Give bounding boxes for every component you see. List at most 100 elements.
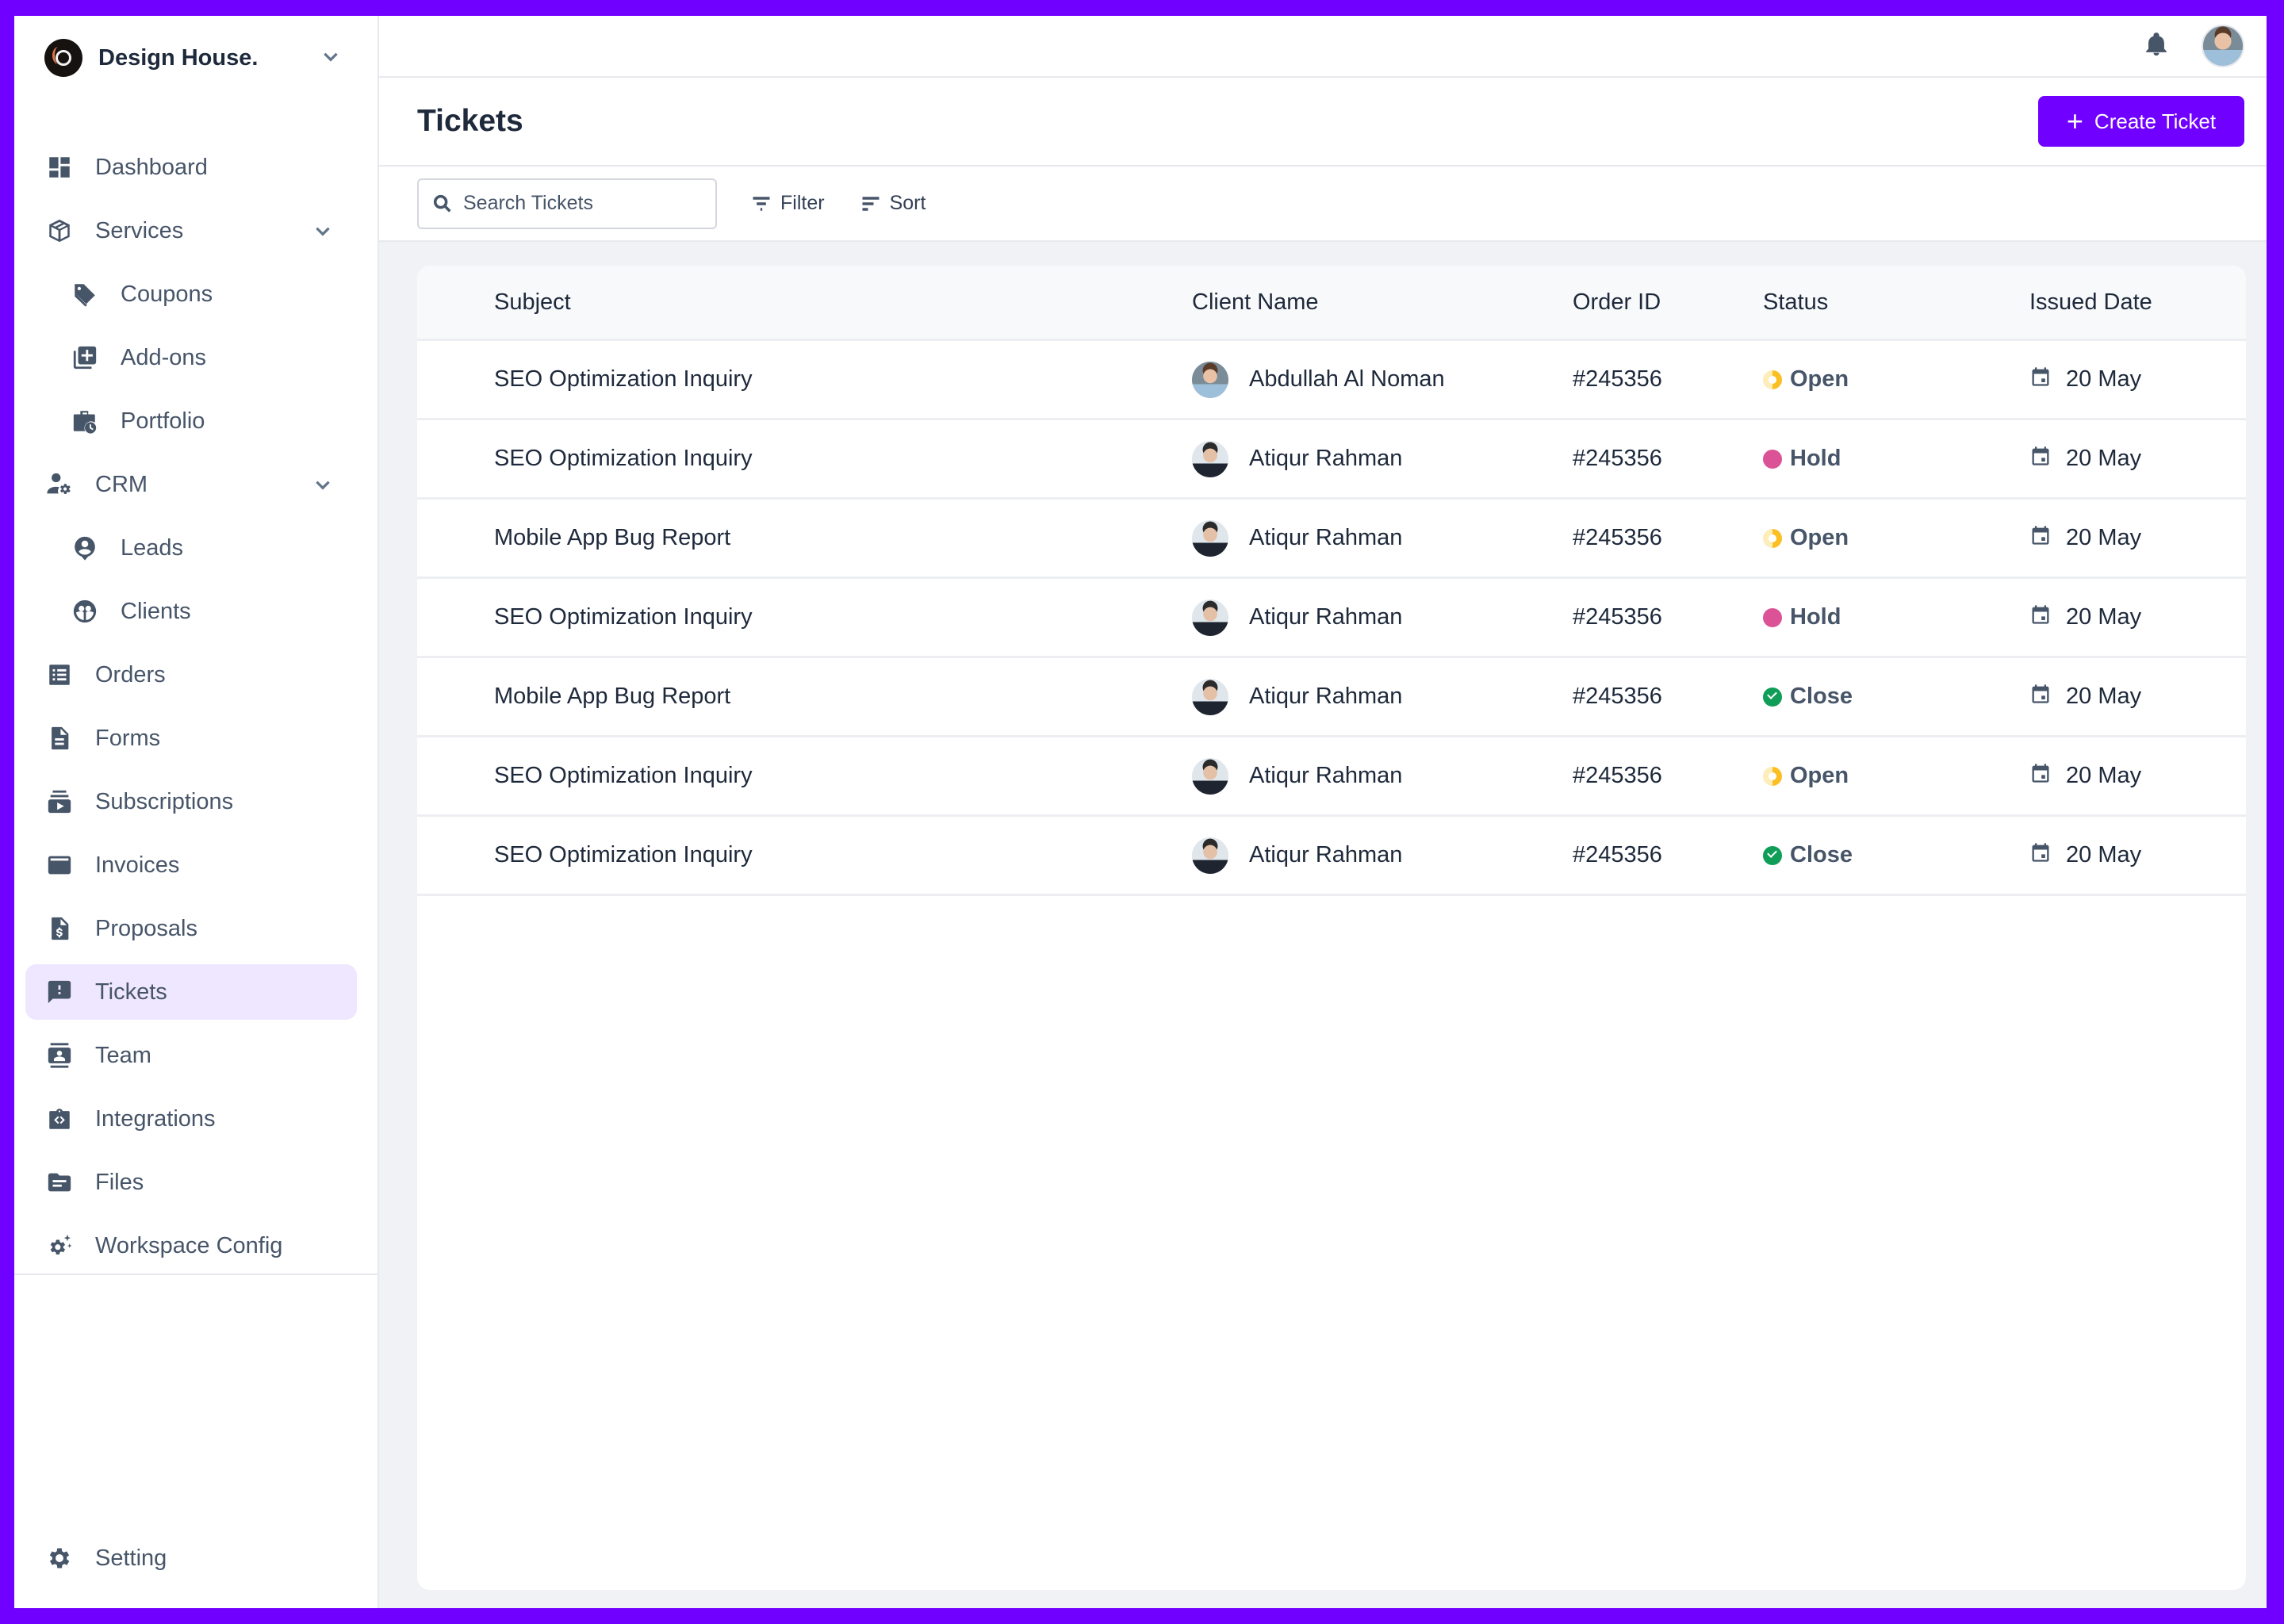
table-row[interactable]: Mobile App Bug Report Atiqur Rahman #24535… — [417, 500, 2246, 579]
sidebar-item-proposals[interactable]: Proposals — [25, 901, 357, 956]
client-name: Abdullah Al Noman — [1249, 366, 1445, 392]
group-circle-icon — [71, 598, 98, 625]
search-box[interactable] — [417, 178, 717, 229]
ticket-subject[interactable]: SEO Optimization Inquiry — [494, 604, 753, 630]
client-name: Atiqur Rahman — [1249, 684, 1403, 709]
sidebar-item-crm[interactable]: CRM — [25, 457, 357, 512]
sort-button[interactable]: Sort — [860, 192, 925, 215]
sidebar-nav: Dashboard Services Coupons Add-ons Portfolio… — [25, 140, 357, 1281]
table-row[interactable]: SEO Optimization Inquiry Atiqur Rahman #24… — [417, 420, 2246, 500]
ticket-subject[interactable]: SEO Optimization Inquiry — [494, 763, 753, 789]
calendar-icon — [2029, 524, 2052, 553]
sidebar-item-files[interactable]: Files — [25, 1155, 357, 1210]
sidebar-item-label: Proposals — [95, 915, 197, 941]
brand-logo — [44, 39, 82, 77]
sidebar-item-label: Subscriptions — [95, 788, 234, 814]
tag-icon — [71, 281, 98, 308]
sidebar-item-dashboard[interactable]: Dashboard — [25, 140, 357, 195]
client-cell: Atiqur Rahman — [1192, 599, 1402, 636]
status-label: Open — [1790, 366, 1849, 392]
column-header-order-id[interactable]: Order ID — [1573, 289, 1661, 316]
sidebar-item-coupons[interactable]: Coupons — [25, 266, 357, 322]
sidebar-item-orders[interactable]: Orders — [25, 647, 357, 703]
chevron-down-icon[interactable] — [312, 220, 333, 247]
calendar-icon — [2029, 762, 2052, 791]
sidebar-item-label: Coupons — [121, 281, 213, 307]
table-body: SEO Optimization Inquiry Abdullah Al Noma… — [417, 341, 2246, 896]
client-name: Atiqur Rahman — [1249, 604, 1403, 630]
calendar-icon — [2029, 603, 2052, 632]
ticket-subject[interactable]: SEO Optimization Inquiry — [494, 842, 753, 868]
issued-date: 20 May — [2066, 604, 2142, 630]
client-cell: Atiqur Rahman — [1192, 837, 1402, 874]
search-input[interactable] — [463, 192, 701, 215]
gear-icon — [46, 1545, 73, 1572]
ticket-subject[interactable]: Mobile App Bug Report — [494, 684, 730, 710]
create-ticket-button[interactable]: + Create Ticket — [2038, 96, 2244, 147]
issued-date-cell: 20 May — [2029, 762, 2141, 791]
app-window: Design House. Dashboard Services Coupons Ad… — [14, 16, 2267, 1608]
bell-icon[interactable] — [2143, 31, 2170, 62]
sidebar: Design House. Dashboard Services Coupons Ad… — [14, 16, 379, 1608]
ticket-subject[interactable]: SEO Optimization Inquiry — [494, 446, 753, 472]
workspace-switcher[interactable]: Design House. — [44, 38, 354, 78]
client-cell: Atiqur Rahman — [1192, 519, 1402, 557]
status-badge: Hold — [1763, 604, 1841, 630]
box-icon — [46, 217, 73, 244]
ticket-subject[interactable]: SEO Optimization Inquiry — [494, 366, 753, 393]
issued-date-cell: 20 May — [2029, 683, 2141, 711]
sidebar-item-workspace-config[interactable]: Workspace Config — [25, 1218, 357, 1274]
sidebar-item-subscriptions[interactable]: Subscriptions — [25, 774, 357, 829]
sidebar-item-team[interactable]: Team — [25, 1028, 357, 1083]
sidebar-item-label: Dashboard — [95, 154, 208, 180]
issued-date: 20 May — [2066, 763, 2142, 788]
chevron-down-icon[interactable] — [320, 46, 341, 71]
sidebar-item-add-ons[interactable]: Add-ons — [25, 330, 357, 385]
chevron-down-icon[interactable] — [312, 474, 333, 501]
column-header-issued-date[interactable]: Issued Date — [2029, 289, 2152, 316]
sidebar-item-services[interactable]: Services — [25, 203, 357, 259]
status-badge: Close — [1763, 684, 1853, 710]
filter-label: Filter — [780, 192, 825, 214]
status-label: Open — [1790, 763, 1849, 788]
table-row[interactable]: SEO Optimization Inquiry Atiqur Rahman #24… — [417, 579, 2246, 658]
status-hold-icon — [1763, 607, 1782, 627]
status-badge: Hold — [1763, 446, 1841, 472]
status-badge: Close — [1763, 842, 1853, 868]
column-header-subject[interactable]: Subject — [494, 289, 571, 316]
code-badge-icon — [46, 1105, 73, 1132]
user-avatar[interactable] — [2202, 25, 2244, 67]
sidebar-item-label: Forms — [95, 725, 161, 751]
client-cell: Abdullah Al Noman — [1192, 361, 1445, 398]
table-row[interactable]: SEO Optimization Inquiry Abdullah Al Noma… — [417, 341, 2246, 420]
ticket-subject[interactable]: Mobile App Bug Report — [494, 525, 730, 551]
table-row[interactable]: SEO Optimization Inquiry Atiqur Rahman #24… — [417, 737, 2246, 817]
sidebar-item-tickets[interactable]: Tickets — [25, 964, 357, 1020]
sidebar-item-integrations[interactable]: Integrations — [25, 1091, 357, 1147]
status-close-icon — [1763, 845, 1782, 865]
user-gear-icon — [46, 471, 73, 498]
table-row[interactable]: SEO Optimization Inquiry Atiqur Rahman #24… — [417, 817, 2246, 896]
sidebar-item-leads[interactable]: Leads — [25, 520, 357, 576]
plus-icon: + — [2066, 105, 2083, 137]
status-open-icon — [1763, 528, 1782, 548]
sidebar-item-label: Team — [95, 1042, 151, 1068]
sidebar-item-clients[interactable]: Clients — [25, 584, 357, 639]
sidebar-item-setting[interactable]: Setting — [25, 1530, 357, 1586]
sidebar-item-label: Integrations — [95, 1105, 216, 1132]
order-id: #245356 — [1573, 604, 1662, 630]
sidebar-item-forms[interactable]: Forms — [25, 710, 357, 766]
calendar-icon — [2029, 366, 2052, 394]
column-header-status[interactable]: Status — [1763, 289, 1828, 316]
table-row[interactable]: Mobile App Bug Report Atiqur Rahman #24535… — [417, 658, 2246, 737]
main-content: Tickets + Create Ticket Filter Sort Sub — [379, 16, 2267, 1608]
client-avatar — [1192, 440, 1228, 477]
sidebar-item-invoices[interactable]: Invoices — [25, 837, 357, 893]
column-header-client[interactable]: Client Name — [1192, 289, 1319, 316]
filter-button[interactable]: Filter — [750, 192, 825, 215]
sidebar-item-portfolio[interactable]: Portfolio — [25, 393, 357, 449]
filter-icon — [753, 196, 770, 211]
client-name: Atiqur Rahman — [1249, 446, 1403, 471]
toolbar: Filter Sort — [379, 167, 2267, 242]
top-bar — [379, 16, 2267, 78]
